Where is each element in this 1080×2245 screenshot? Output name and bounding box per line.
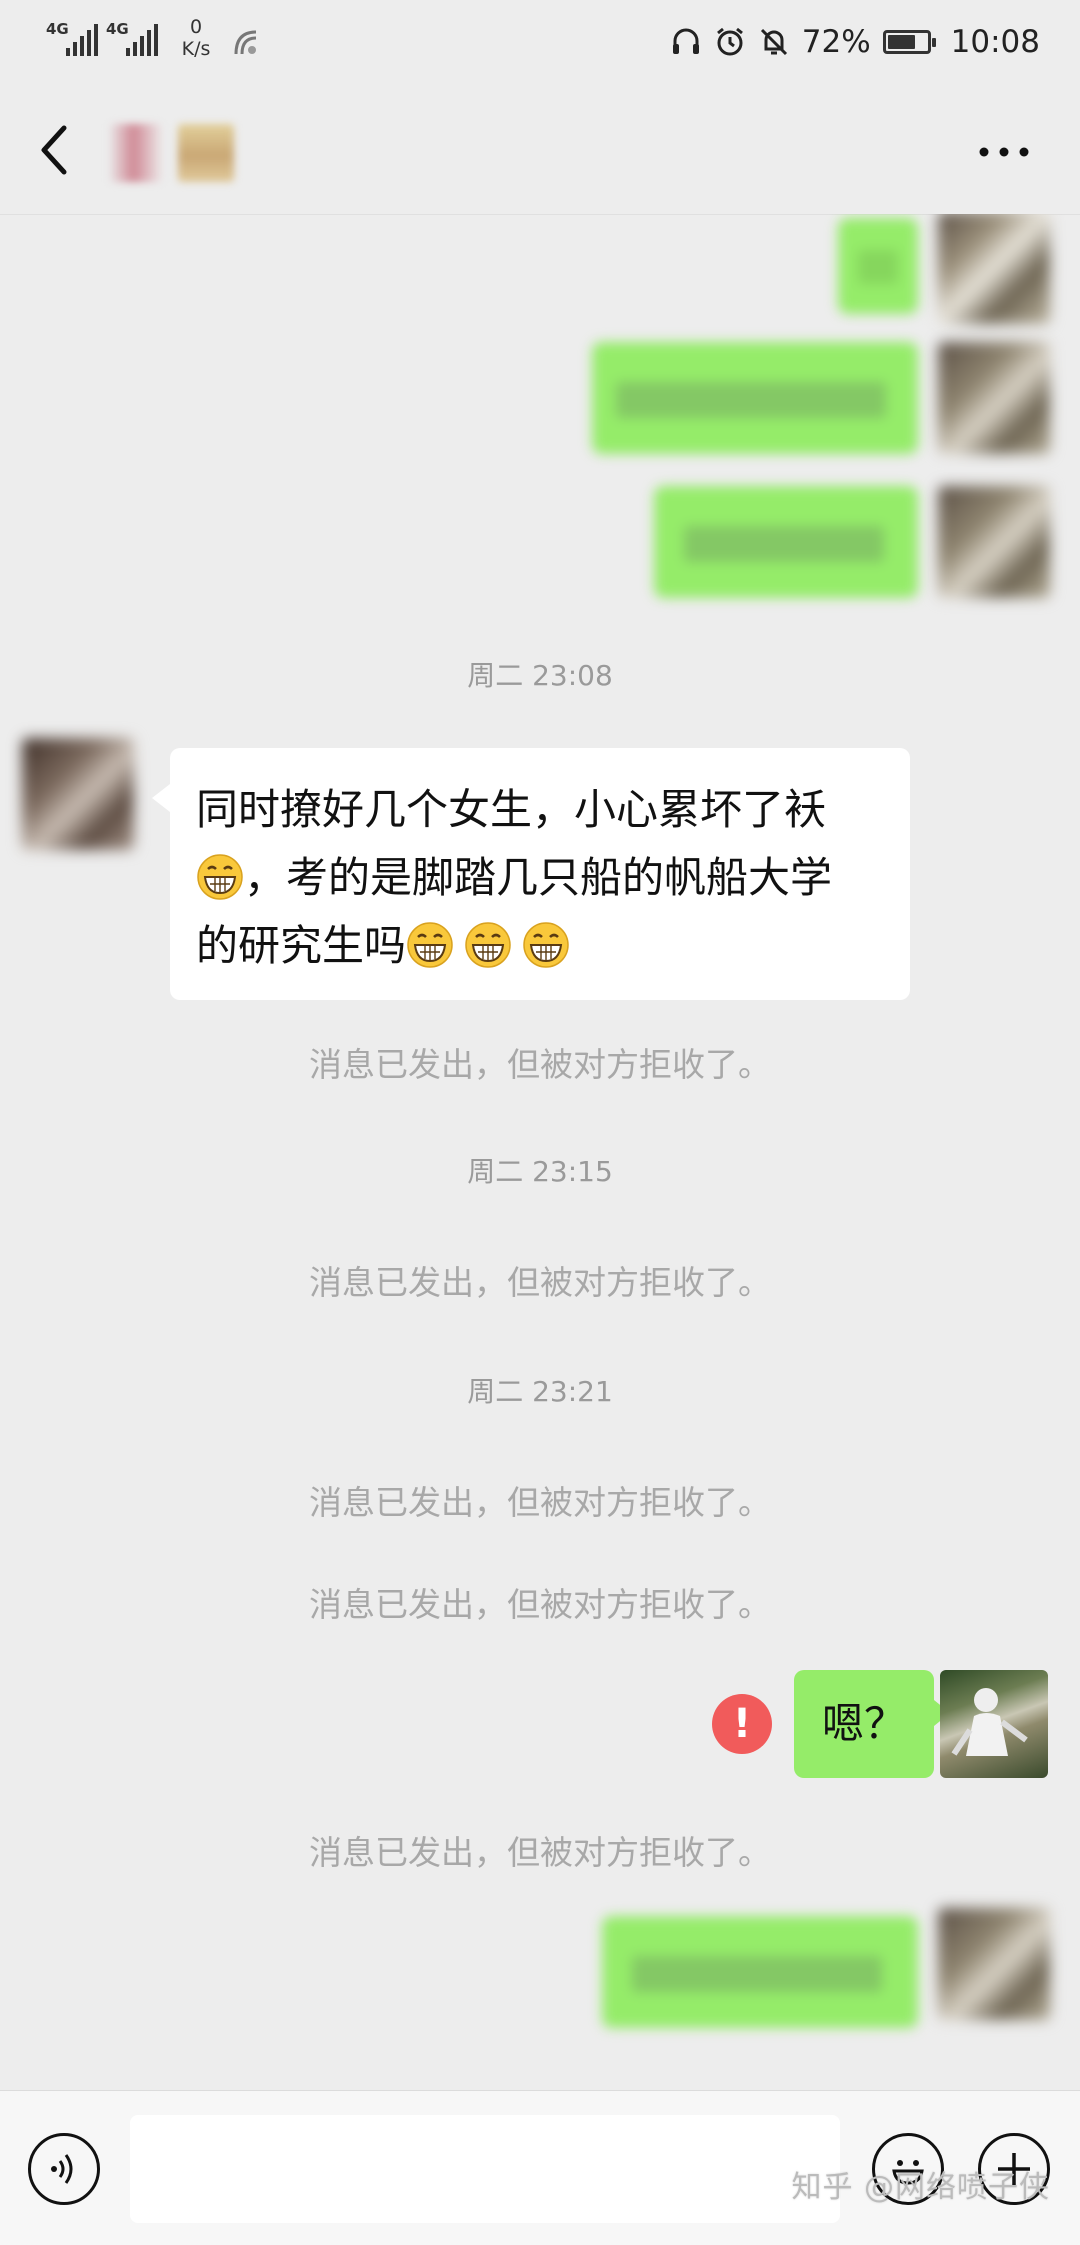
grin-emoji-icon xyxy=(523,922,569,968)
clock: 10:08 xyxy=(950,24,1040,60)
timestamp: 周二 23:15 xyxy=(467,1155,613,1188)
grin-emoji-icon xyxy=(197,854,243,900)
battery-icon xyxy=(882,30,936,54)
signal-bars-icon xyxy=(126,24,158,56)
signal-bars-icon xyxy=(66,24,98,56)
contact-name-redacted xyxy=(178,124,234,182)
battery-fill xyxy=(887,35,915,49)
redacted-sent-bubble[interactable] xyxy=(838,218,918,314)
redacted-sent-bubble[interactable] xyxy=(654,486,918,598)
rejected-notice: 消息已发出，但被对方拒收了。 xyxy=(309,1585,771,1624)
send-failed-badge[interactable]: ! xyxy=(712,1694,772,1754)
contact-avatar[interactable] xyxy=(22,738,134,850)
chevron-left-icon[interactable] xyxy=(30,120,80,180)
more-dots-icon[interactable] xyxy=(974,122,1034,182)
nfc-icon xyxy=(234,30,257,55)
headset-icon xyxy=(670,26,702,58)
contact-name-redacted xyxy=(110,124,162,182)
battery-percent: 72% xyxy=(801,24,871,60)
my-avatar[interactable] xyxy=(940,1670,1048,1778)
network-speed-unit: K/s xyxy=(181,38,211,60)
my-avatar[interactable] xyxy=(938,1908,1050,2020)
rejected-notice: 消息已发出，但被对方拒收了。 xyxy=(309,1263,771,1302)
grin-emoji-icon xyxy=(407,922,453,968)
watermark: 知乎 @网络喷子侠 xyxy=(791,2170,1050,2205)
timestamp: 周二 23:08 xyxy=(467,659,613,692)
mute-bell-icon xyxy=(758,26,790,58)
received-message-bubble[interactable]: 同时撩好几个女生，小心累坏了袄 ，考的是脚踏几只船的帆船大学 的研究生吗 xyxy=(152,748,910,1000)
message-text: 嗯？ xyxy=(822,1699,907,1748)
timestamp: 周二 23:21 xyxy=(467,1375,613,1408)
rejected-notice: 消息已发出，但被对方拒收了。 xyxy=(309,1045,771,1084)
message-line: 的研究生吗 xyxy=(196,921,407,970)
rejected-notice: 消息已发出，但被对方拒收了。 xyxy=(309,1483,771,1522)
message-list[interactable]: 周二 23:08 同时撩好几个女生，小心累坏了袄 ，考的是脚踏几只船的帆船大学 … xyxy=(0,214,1080,2089)
status-bar: 4G 4G 0 K/s 72% 10:08 xyxy=(0,0,1080,84)
rejected-notice: 消息已发出，但被对方拒收了。 xyxy=(309,1833,771,1872)
network-speed-value: 0 xyxy=(189,16,203,38)
chat-header xyxy=(0,84,1080,215)
status-right: 72% 10:08 xyxy=(670,22,1040,62)
grin-emoji-icon xyxy=(465,922,511,968)
redacted-sent-bubble[interactable] xyxy=(602,1916,918,2028)
alarm-icon xyxy=(714,26,746,58)
message-line: 同时撩好几个女生，小心累坏了袄 xyxy=(196,785,827,834)
sent-message-bubble[interactable]: 嗯？ xyxy=(794,1670,951,1778)
message-line: ，考的是脚踏几只船的帆船大学 xyxy=(244,853,833,902)
my-avatar[interactable] xyxy=(938,342,1050,454)
voice-icon[interactable] xyxy=(28,2133,100,2205)
redacted-sent-bubble[interactable] xyxy=(592,342,918,454)
message-input[interactable] xyxy=(130,2115,840,2223)
network-speed: 0 K/s xyxy=(174,16,218,60)
my-avatar[interactable] xyxy=(938,214,1050,324)
my-avatar[interactable] xyxy=(938,486,1050,598)
